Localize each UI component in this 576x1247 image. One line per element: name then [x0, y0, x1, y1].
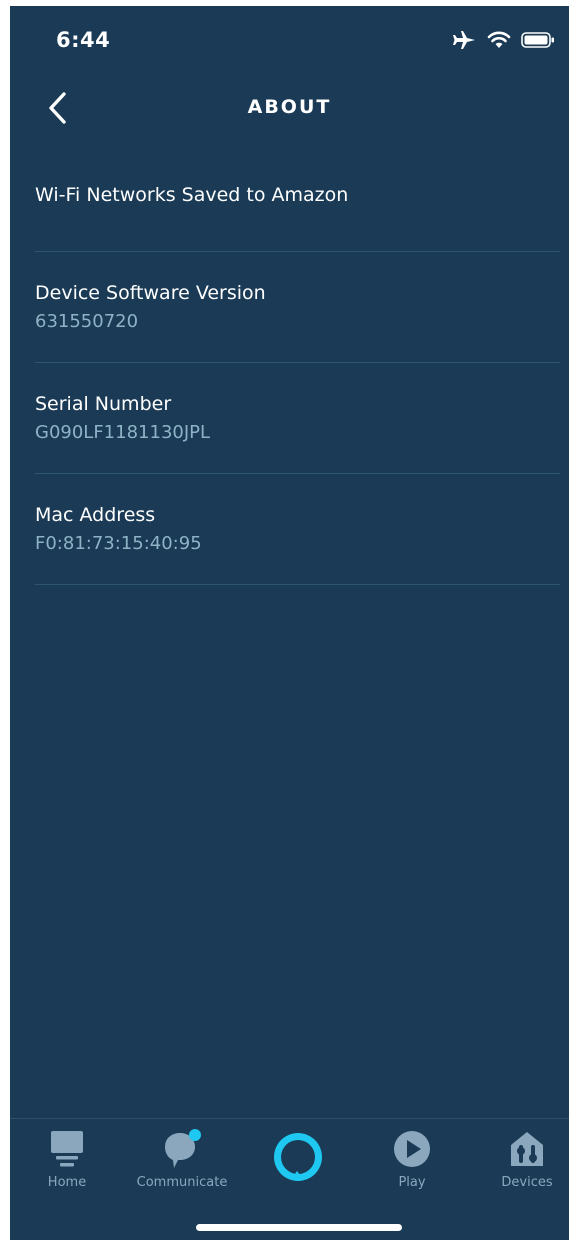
nav-play-label: Play — [398, 1175, 426, 1190]
home-indicator[interactable] — [196, 1224, 402, 1231]
bottom-nav: Home Communicate Play Devices — [10, 1118, 569, 1240]
nav-home-label: Home — [47, 1175, 87, 1190]
software-version-label: Device Software Version — [35, 282, 266, 304]
status-bar: 6:44 — [10, 6, 569, 80]
nav-devices-label: Devices — [501, 1175, 553, 1190]
notification-dot — [189, 1129, 201, 1141]
home-icon — [17, 1127, 117, 1171]
nav-home[interactable]: Home — [17, 1127, 117, 1197]
wifi-icon — [487, 31, 511, 53]
wifi-networks-label: Wi-Fi Networks Saved to Amazon — [35, 184, 349, 206]
app-screen: 6:44 ABOUT Wi-Fi Networks Saved to Amazo… — [10, 6, 569, 1240]
serial-number-label: Serial Number — [35, 393, 172, 415]
nav-communicate-label: Communicate — [136, 1175, 228, 1190]
software-version-value: 631550720 — [35, 311, 139, 332]
wifi-networks-item[interactable]: Wi-Fi Networks Saved to Amazon — [35, 142, 560, 252]
chat-bubble-icon — [132, 1127, 232, 1171]
status-time: 6:44 — [56, 28, 111, 52]
play-icon — [362, 1127, 462, 1171]
about-list: Wi-Fi Networks Saved to Amazon Device So… — [35, 142, 560, 585]
page-title: ABOUT — [247, 96, 332, 118]
airplane-mode-icon — [453, 30, 477, 54]
mac-address-value: F0:81:73:15:40:95 — [35, 533, 202, 554]
mac-address-label: Mac Address — [35, 504, 156, 526]
alexa-ring-icon — [267, 1133, 329, 1193]
mac-address-item: Mac Address F0:81:73:15:40:95 — [35, 474, 560, 585]
software-version-item: Device Software Version 631550720 — [35, 252, 560, 363]
nav-devices[interactable]: Devices — [477, 1127, 569, 1197]
nav-play[interactable]: Play — [362, 1127, 462, 1197]
serial-number-item: Serial Number G090LF1181130JPL — [35, 363, 560, 474]
serial-number-value: G090LF1181130JPL — [35, 422, 211, 443]
header: ABOUT — [10, 80, 569, 140]
nav-communicate[interactable]: Communicate — [132, 1127, 232, 1197]
devices-icon — [477, 1127, 569, 1171]
status-icons — [453, 30, 555, 54]
alexa-button[interactable] — [267, 1127, 329, 1189]
battery-icon — [521, 31, 555, 53]
